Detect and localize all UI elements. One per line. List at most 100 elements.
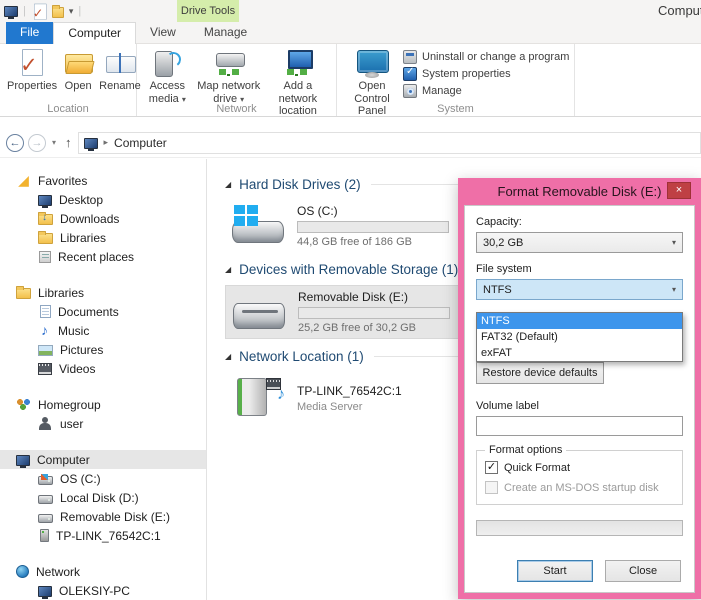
drive-item-os-c[interactable]: OS (C:) 44,8 GB free of 186 GB xyxy=(225,200,461,252)
location-group-label: Location xyxy=(0,103,136,115)
up-button[interactable]: ↑ xyxy=(65,135,72,150)
open-label: Open xyxy=(65,80,92,93)
manage-button[interactable]: Manage xyxy=(403,84,569,98)
sidebar-item-downloads[interactable]: Downloads xyxy=(0,209,206,228)
sidebar-item-user[interactable]: user xyxy=(0,414,206,433)
tab-computer[interactable]: Computer xyxy=(53,22,136,44)
access-media-icon xyxy=(152,48,182,78)
capacity-select[interactable]: 30,2 GB ▾ xyxy=(476,232,683,253)
system-properties-button[interactable]: System properties xyxy=(403,67,569,81)
map-network-drive-button[interactable]: Map network drive ▾ xyxy=(194,46,264,107)
breadcrumb-location[interactable]: Computer xyxy=(114,136,167,150)
downloads-icon xyxy=(38,214,53,225)
uninstall-program-button[interactable]: Uninstall or change a program xyxy=(403,50,569,64)
item-label: Videos xyxy=(59,362,95,376)
music-icon: ♪ xyxy=(38,324,51,337)
ribbon-spacer xyxy=(575,44,701,116)
system-menu-icon[interactable] xyxy=(4,6,18,17)
volume-label-input[interactable] xyxy=(476,416,683,436)
qat-customize-arrow[interactable]: ▾ xyxy=(69,6,74,17)
sidebar-item-tplink[interactable]: TP-LINK_76542C:1 xyxy=(0,526,206,545)
properties-button[interactable]: Properties xyxy=(4,46,60,95)
tab-manage[interactable]: Manage xyxy=(190,22,261,44)
map-network-drive-icon xyxy=(214,48,244,78)
network-item-tplink[interactable]: ♪ TP-LINK_76542C:1 Media Server xyxy=(225,372,461,424)
quick-format-checkbox-row[interactable]: ✓ Quick Format xyxy=(485,461,674,474)
add-network-location-icon xyxy=(283,48,313,78)
sidebar-section-homegroup[interactable]: Homegroup xyxy=(0,395,206,414)
sidebar-section-network[interactable]: Network xyxy=(0,562,206,581)
collapse-triangle-icon[interactable]: ◢ xyxy=(225,180,231,189)
sidebar-item-libraries-fav[interactable]: Libraries xyxy=(0,228,206,247)
divider: | xyxy=(78,5,81,17)
local-disk-icon xyxy=(38,495,53,504)
sidebar-item-os-c[interactable]: OS (C:) xyxy=(0,469,206,488)
sidebar-item-pictures[interactable]: Pictures xyxy=(0,340,206,359)
rename-label: Rename xyxy=(99,80,141,93)
section-label: Favorites xyxy=(38,174,87,188)
removable-disk-icon xyxy=(38,514,53,523)
map-network-drive-label: Map network drive ▾ xyxy=(197,80,261,105)
format-progress-bar xyxy=(476,520,683,536)
close-button[interactable]: Close xyxy=(605,560,681,582)
tab-view[interactable]: View xyxy=(136,22,190,44)
qat-properties-icon[interactable] xyxy=(31,3,41,13)
option-ntfs[interactable]: NTFS xyxy=(477,313,682,329)
ribbon-group-network: Access media ▾ Map network drive ▾ Add a… xyxy=(137,44,337,116)
item-label: user xyxy=(60,417,83,431)
properties-icon xyxy=(17,48,47,78)
ribbon-tab-row: File Computer View Manage xyxy=(0,22,701,44)
filesystem-dropdown-list: NTFS FAT32 (Default) exFAT xyxy=(476,312,683,362)
hard-drive-icon xyxy=(231,205,287,247)
media-server-device-icon: ♪ xyxy=(231,376,287,420)
sidebar-item-removable-disk-e[interactable]: Removable Disk (E:) xyxy=(0,507,206,526)
music-note-icon: ♪ xyxy=(277,386,285,404)
drive-detail: 44,8 GB free of 186 GB xyxy=(297,236,449,248)
os-drive-icon xyxy=(38,476,53,485)
sidebar-item-music[interactable]: ♪Music xyxy=(0,321,206,340)
uninstall-label: Uninstall or change a program xyxy=(422,51,569,63)
sidebar-item-local-disk-d[interactable]: Local Disk (D:) xyxy=(0,488,206,507)
pictures-icon xyxy=(38,345,53,356)
access-media-button[interactable]: Access media ▾ xyxy=(141,46,194,107)
back-button[interactable]: ← xyxy=(6,134,24,152)
item-label: Local Disk (D:) xyxy=(60,491,139,505)
pc-icon xyxy=(38,586,52,597)
item-label: Removable Disk (E:) xyxy=(60,510,170,524)
option-exfat[interactable]: exFAT xyxy=(477,345,682,361)
open-button[interactable]: Open xyxy=(60,46,96,95)
drive-item-removable-e[interactable]: Removable Disk (E:) 25,2 GB free of 30,2… xyxy=(225,285,461,339)
msdos-checkbox-row: Create an MS-DOS startup disk xyxy=(485,481,674,494)
history-dropdown-arrow[interactable]: ▾ xyxy=(52,138,56,147)
filesystem-select[interactable]: NTFS ▾ xyxy=(476,279,683,300)
sidebar-section-favorites[interactable]: ◢ Favorites xyxy=(0,171,206,190)
item-label: Libraries xyxy=(60,231,106,245)
restore-defaults-button[interactable]: Restore device defaults xyxy=(476,362,604,384)
system-group-label: System xyxy=(337,103,574,115)
close-icon[interactable]: × xyxy=(667,182,691,199)
collapse-triangle-icon[interactable]: ◢ xyxy=(225,352,231,361)
computer-icon xyxy=(84,138,98,149)
breadcrumb-separator-icon[interactable]: ▸ xyxy=(104,137,109,148)
sidebar-item-recent-places[interactable]: Recent places xyxy=(0,247,206,266)
start-button[interactable]: Start xyxy=(517,560,593,582)
capacity-label: Capacity: xyxy=(476,216,683,228)
qat-folder-icon[interactable] xyxy=(52,7,64,18)
manage-icon xyxy=(403,84,417,98)
breadcrumb[interactable]: ▸ Computer xyxy=(78,132,701,154)
sidebar-item-documents[interactable]: Documents xyxy=(0,302,206,321)
sidebar-section-computer[interactable]: Computer xyxy=(0,450,206,469)
tab-file[interactable]: File xyxy=(6,22,53,44)
quick-access-toolbar: | ▾ | xyxy=(0,3,81,19)
forward-button[interactable]: → xyxy=(28,134,46,152)
sidebar-item-desktop[interactable]: Desktop xyxy=(0,190,206,209)
sidebar-section-libraries[interactable]: Libraries xyxy=(0,283,206,302)
checked-checkbox-icon[interactable]: ✓ xyxy=(485,461,498,474)
documents-icon xyxy=(40,305,51,318)
drive-tools-contextual-tab[interactable]: Drive Tools xyxy=(177,0,239,22)
collapse-triangle-icon[interactable]: ◢ xyxy=(225,265,231,274)
removable-drive-icon xyxy=(232,291,288,333)
sidebar-item-oleksiy-pc[interactable]: OLEKSIY-PC xyxy=(0,581,206,600)
option-fat32[interactable]: FAT32 (Default) xyxy=(477,329,682,345)
sidebar-item-videos[interactable]: Videos xyxy=(0,359,206,378)
